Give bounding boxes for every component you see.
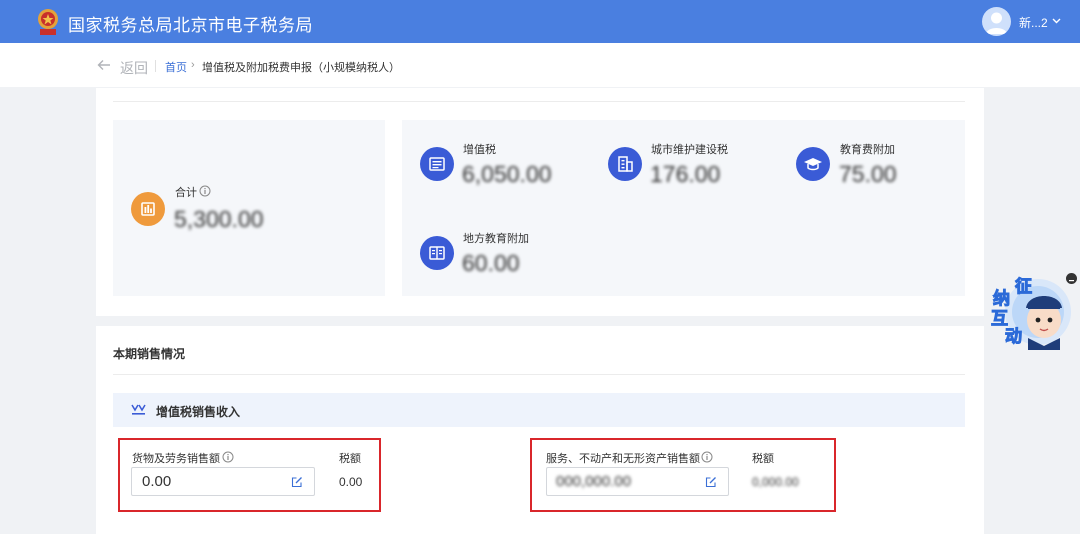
- chevron-down-icon[interactable]: [1051, 15, 1062, 26]
- breadcrumb-current: 增值税及附加税费申报（小规模纳税人）: [202, 62, 400, 74]
- vat-value: 6,050.00: [462, 161, 552, 187]
- building-icon: [608, 147, 642, 181]
- graduation-cap-icon: [796, 147, 830, 181]
- services-sales-value[interactable]: 000,000.00: [556, 473, 631, 490]
- edit-icon[interactable]: [291, 476, 303, 488]
- breadcrumb-separator: ›: [191, 59, 195, 71]
- vat-sales-title: 增值税销售收入: [156, 405, 241, 419]
- back-button[interactable]: 返回: [120, 58, 148, 78]
- education-surcharge-value: 75.00: [839, 161, 897, 187]
- assistant-char: 动: [1005, 327, 1023, 347]
- breadcrumb-divider: [155, 60, 156, 72]
- services-tax-value: 0,000.00: [752, 475, 799, 489]
- total-label: 合计: [175, 187, 197, 199]
- breadcrumb: [0, 43, 1080, 87]
- assistant-char: 征: [1015, 277, 1033, 297]
- avatar[interactable]: [982, 7, 1011, 36]
- goods-sales-label: 货物及劳务销售额: [132, 453, 220, 465]
- site-title: 国家税务总局北京市电子税务局: [68, 16, 313, 35]
- user-name[interactable]: 新...2: [1019, 14, 1048, 31]
- services-sales-label: 服务、不动产和无形资产销售额: [546, 453, 700, 465]
- goods-tax-label: 税额: [339, 453, 361, 465]
- info-icon[interactable]: [199, 185, 211, 197]
- back-arrow-icon[interactable]: [97, 58, 111, 72]
- edit-icon[interactable]: [705, 476, 717, 488]
- local-education-surcharge-value: 60.00: [462, 250, 520, 276]
- services-tax-label: 税额: [752, 453, 774, 465]
- local-education-surcharge-label: 地方教育附加: [463, 233, 529, 245]
- section-title: 本期销售情况: [113, 347, 186, 361]
- tax-receipt-icon: [420, 147, 454, 181]
- tax-emblem-icon: [38, 9, 58, 35]
- goods-tax-value: 0.00: [339, 475, 363, 489]
- divider: [113, 374, 965, 375]
- vat-sales-icon: [131, 404, 146, 415]
- education-surcharge-label: 教育费附加: [840, 144, 895, 156]
- total-value: 5,300.00: [174, 206, 264, 232]
- info-icon[interactable]: [222, 451, 234, 463]
- info-icon[interactable]: [701, 451, 713, 463]
- user-icon: [986, 12, 1007, 34]
- bar-chart-icon: [131, 192, 165, 226]
- vat-sales-header: [113, 393, 965, 427]
- urban-construction-tax-value: 176.00: [650, 161, 721, 187]
- breadcrumb-home-link[interactable]: 首页: [165, 59, 187, 75]
- vat-label: 增值税: [463, 144, 496, 156]
- divider: [113, 101, 965, 102]
- close-icon[interactable]: [1066, 273, 1077, 284]
- goods-sales-value[interactable]: 0.00: [142, 473, 171, 490]
- book-icon: [420, 236, 454, 270]
- urban-construction-tax-label: 城市维护建设税: [651, 144, 728, 156]
